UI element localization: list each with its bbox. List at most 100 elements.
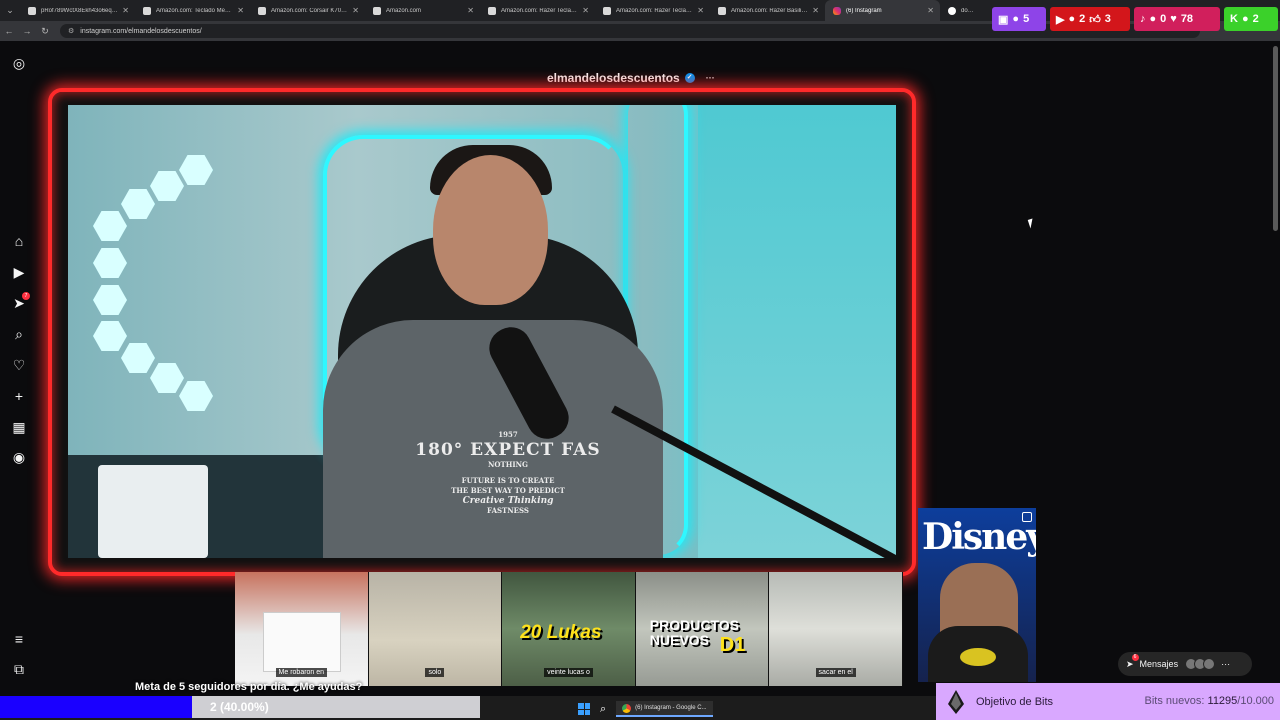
- dashboard-icon[interactable]: ▦: [11, 419, 27, 435]
- amazon-favicon-icon: [488, 6, 496, 15]
- viewer-icon: ●: [1241, 13, 1249, 25]
- tiktok-like-count: 78: [1180, 13, 1194, 25]
- reel-caption-text: veinte lucas o: [544, 668, 593, 677]
- reel-caption: sacar en el: [769, 668, 902, 677]
- messages-label: Mensajes: [1139, 659, 1179, 669]
- tab-title: Amazon.com: Teclado Mecan...: [156, 7, 234, 14]
- hexagon-light: [150, 363, 184, 393]
- instagram-logo-icon[interactable]: ◎: [11, 55, 27, 71]
- profile-avatar-icon[interactable]: ◉: [11, 449, 27, 465]
- youtube-icon: ▶: [1056, 13, 1065, 26]
- messenger-icon: ➤ 6: [1126, 653, 1139, 670]
- tab-4[interactable]: Amazon.com ✕: [365, 0, 480, 21]
- reel-card-disney[interactable]: Disney+: [918, 508, 1036, 682]
- chrome-icon: [622, 703, 632, 713]
- tab-title: Amazon.com: Razer Teclado ...: [501, 7, 579, 14]
- reel-card[interactable]: Me robaron en: [235, 572, 369, 686]
- taskbar-search-icon[interactable]: ⌕: [600, 703, 606, 716]
- hexagon-light: [121, 343, 155, 373]
- bits-goal-widget: Objetivo de Bits Bits nuevos: 11295/10.0…: [936, 683, 1280, 720]
- google-favicon-icon: [948, 6, 956, 15]
- progress-fill: [0, 696, 192, 718]
- bits-count-prefix: Bits nuevos:: [1144, 695, 1208, 707]
- menu-icon[interactable]: ≡: [11, 631, 27, 647]
- hexagon-light: [179, 381, 213, 411]
- tshirt-text: NOTHING: [488, 460, 528, 469]
- tab-close-icon[interactable]: ✕: [582, 6, 589, 15]
- bits-gem-icon: [942, 688, 970, 716]
- search-icon[interactable]: ⌕: [11, 326, 27, 342]
- youtube-stats-badge: ▶ ● 2 👍︎ 3: [1050, 7, 1130, 31]
- more-options-icon[interactable]: ···: [706, 73, 715, 83]
- tab-title: Amazon.com: Razer Teclado ...: [616, 7, 694, 14]
- avatar: [1203, 658, 1216, 670]
- taskbar-chrome-window[interactable]: (6) Instagram - Google C...: [616, 701, 713, 717]
- reel-card[interactable]: PRODUCTOS NUEVOS D1: [635, 572, 770, 686]
- tab-close-icon[interactable]: ✕: [697, 6, 704, 15]
- amazon-favicon-icon: [143, 6, 151, 15]
- reload-icon[interactable]: ↻: [36, 26, 54, 37]
- reel-card[interactable]: sacar en el: [769, 572, 903, 686]
- forward-arrow-icon[interactable]: →: [18, 26, 36, 36]
- direct-messages-icon[interactable]: ➤ 7: [11, 292, 30, 311]
- wall-panel: [698, 105, 896, 558]
- hexagon-light: [121, 189, 155, 219]
- tab-9[interactable]: donde e...: [940, 0, 980, 21]
- profile-username[interactable]: elmandelosdescuentos: [547, 71, 680, 85]
- page-scrollbar[interactable]: [1273, 46, 1278, 231]
- tab-instagram-active[interactable]: (6) Instagram ✕: [825, 0, 940, 21]
- tab-2[interactable]: Amazon.com: Teclado Mecan... ✕: [135, 0, 250, 21]
- hexagon-light: [93, 211, 127, 241]
- verified-badge-icon: ✓: [684, 73, 695, 83]
- reel-card[interactable]: solo: [368, 572, 503, 686]
- mouse-cursor-icon: [1027, 218, 1036, 229]
- reel-caption: Me robaron en: [235, 668, 368, 677]
- tab-title: donde e...: [961, 7, 974, 14]
- more-icon: ···: [1221, 659, 1231, 669]
- notifications-heart-icon[interactable]: ♡: [11, 357, 27, 373]
- tab-close-icon[interactable]: ✕: [122, 6, 129, 15]
- tiktok-icon: ♪: [1140, 13, 1146, 25]
- tab-title: Amazon.com: Razer Basilisk V...: [731, 7, 808, 14]
- tiktok-viewer-count: 0: [1160, 13, 1167, 25]
- tab-6[interactable]: Amazon.com: Razer Teclado ... ✕: [595, 0, 710, 21]
- tab-close-icon[interactable]: ✕: [467, 6, 474, 15]
- home-icon[interactable]: ⌂: [11, 233, 27, 249]
- profile-header: elmandelosdescuentos ✓ ···: [547, 71, 715, 85]
- tab-close-icon[interactable]: ✕: [927, 6, 934, 15]
- instagram-favicon-icon: [833, 6, 841, 15]
- site-info-icon[interactable]: ⚙: [68, 27, 74, 35]
- tab-3[interactable]: Amazon.com: Corsair K70 Co... ✕: [250, 0, 365, 21]
- reel-caption-text: Me robaron en: [275, 668, 328, 677]
- tab-close-icon[interactable]: ✕: [812, 6, 819, 15]
- twitch-viewer-count: 5: [1023, 13, 1030, 25]
- hexagon-light: [179, 155, 213, 185]
- viewer-icon: ●: [1149, 13, 1157, 25]
- tab-close-icon[interactable]: ✕: [352, 6, 359, 15]
- hexagon-light: [93, 321, 127, 351]
- tab-1[interactable]: pRof789WctX8Ekh43o6eqk... ✕: [20, 0, 135, 21]
- follower-goal-progress-bar: 2 (40.00%): [0, 696, 480, 718]
- twitch-icon: ▣: [998, 13, 1009, 26]
- console: [98, 465, 208, 558]
- threads-icon[interactable]: ⧉: [11, 661, 27, 677]
- url-text: instagram.com/elmandelosdescuentos/: [80, 27, 202, 35]
- tab-search-chevron-icon[interactable]: ⌄: [0, 0, 20, 21]
- tab-5[interactable]: Amazon.com: Razer Teclado ... ✕: [480, 0, 595, 21]
- amazon-favicon-icon: [373, 6, 381, 15]
- messages-button[interactable]: ➤ 6 Mensajes ···: [1118, 652, 1252, 676]
- back-arrow-icon[interactable]: ←: [0, 26, 18, 36]
- reel-title-accent: D1: [719, 634, 746, 656]
- tab-close-icon[interactable]: ✕: [237, 6, 244, 15]
- create-plus-icon[interactable]: +: [11, 388, 27, 404]
- tab-title: (6) Instagram: [846, 7, 882, 14]
- windows-start-icon[interactable]: [578, 703, 590, 715]
- tshirt-text: 180° EXPECT FAS: [415, 440, 601, 460]
- tab-7[interactable]: Amazon.com: Razer Basilisk V... ✕: [710, 0, 825, 21]
- reel-caption: veinte lucas o: [502, 668, 635, 677]
- reels-icon[interactable]: ▶: [11, 264, 27, 280]
- reel-caption: solo: [369, 668, 502, 677]
- follower-goal-text: Meta de 5 seguidores por día. ¿Me ayudas…: [135, 681, 363, 693]
- heart-icon: ♥: [1170, 13, 1177, 25]
- reel-card[interactable]: 20 Lukas veinte lucas o: [502, 572, 636, 686]
